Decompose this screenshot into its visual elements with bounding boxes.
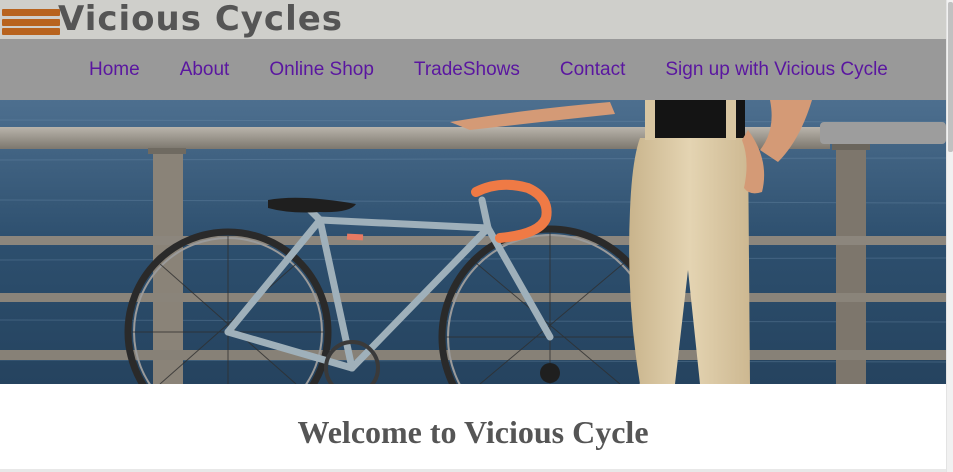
hero-bicycle-photo bbox=[0, 100, 946, 384]
scrollbar-thumb[interactable] bbox=[948, 2, 953, 152]
nav-link-home[interactable]: Home bbox=[89, 59, 140, 81]
nav-link-contact[interactable]: Contact bbox=[560, 59, 625, 81]
nav-link-tradeshows[interactable]: TradeShows bbox=[414, 59, 520, 81]
hero-image bbox=[0, 100, 946, 384]
logo-stripes-icon bbox=[2, 6, 60, 35]
vertical-scrollbar[interactable] bbox=[946, 0, 953, 472]
nav-link-about[interactable]: About bbox=[180, 59, 230, 81]
main-navigation: Home About Online Shop TradeShows Contac… bbox=[0, 39, 946, 100]
logo-text: Vicious Cycles bbox=[58, 0, 344, 39]
nav-link-online-shop[interactable]: Online Shop bbox=[269, 59, 374, 81]
page-title: Welcome to Vicious Cycle bbox=[297, 414, 649, 450]
nav-link-sign-up[interactable]: Sign up with Vicious Cycle bbox=[665, 59, 887, 81]
page: Vicious Cycles Home About Online Shop Tr… bbox=[0, 0, 946, 472]
site-header: Vicious Cycles bbox=[0, 0, 946, 39]
site-logo[interactable]: Vicious Cycles bbox=[2, 0, 343, 39]
